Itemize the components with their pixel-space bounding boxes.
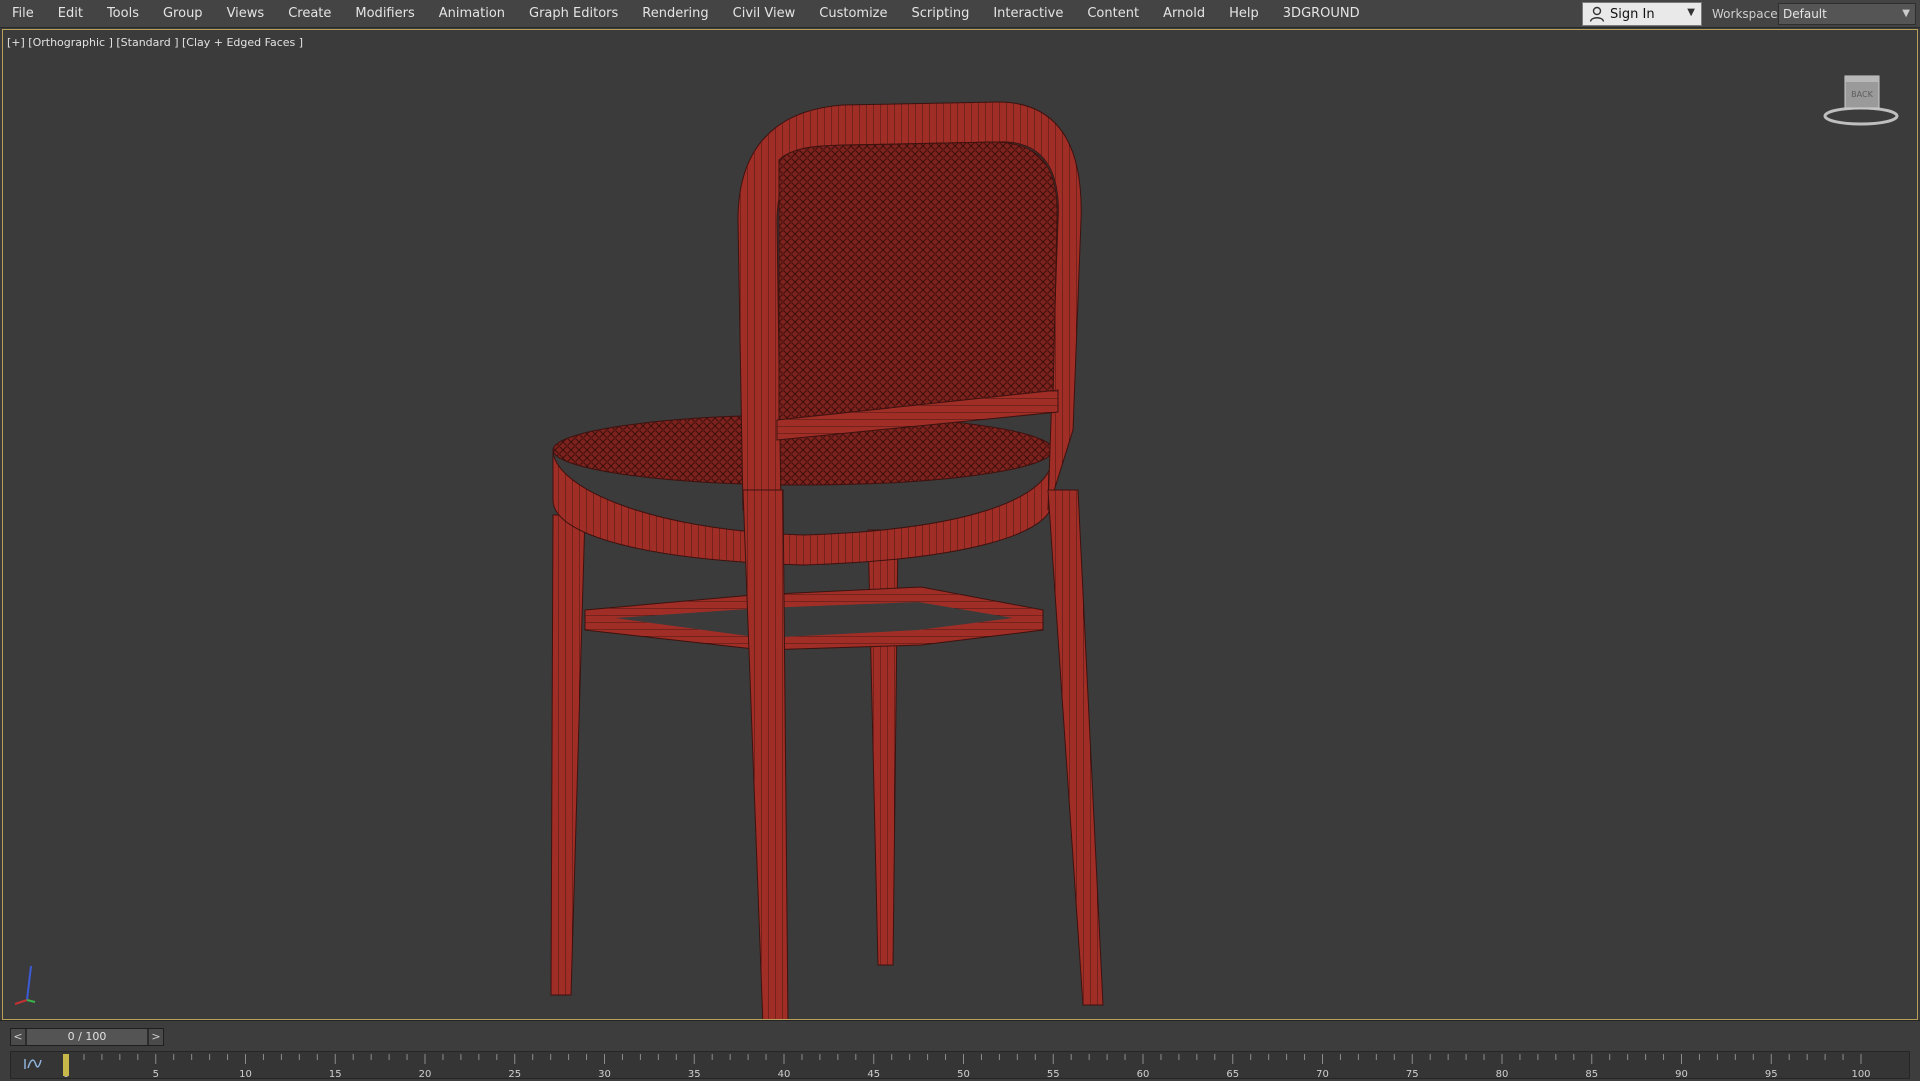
tick-label: 85 — [1585, 1069, 1598, 1080]
tick-label: 70 — [1316, 1069, 1329, 1080]
next-frame-button[interactable]: > — [149, 1029, 163, 1045]
menu-help[interactable]: Help — [1217, 0, 1271, 28]
tick-label: 65 — [1226, 1069, 1239, 1080]
tick-label: 15 — [329, 1069, 342, 1080]
rear-left-leg — [742, 489, 789, 1019]
menu-civil-view[interactable]: Civil View — [721, 0, 808, 28]
menu-arnold[interactable]: Arnold — [1151, 0, 1217, 28]
tick-label: 25 — [508, 1069, 521, 1080]
tick-label: 95 — [1765, 1069, 1778, 1080]
tick-label: 20 — [419, 1069, 432, 1080]
tick-label: 35 — [688, 1069, 701, 1080]
tick-label: 75 — [1406, 1069, 1419, 1080]
menu-animation[interactable]: Animation — [427, 0, 517, 28]
tick-label: 50 — [957, 1069, 970, 1080]
workspace-value: Default — [1783, 7, 1827, 21]
menu-views[interactable]: Views — [215, 0, 277, 28]
track-bar[interactable]: 0510152025303540455055606570758085909510… — [10, 1051, 1910, 1080]
tick-label: 80 — [1496, 1069, 1509, 1080]
menu-tools[interactable]: Tools — [95, 0, 151, 28]
tick-label: 45 — [867, 1069, 880, 1080]
viewport-label[interactable]: [+] [Orthographic ] [Standard ] [Clay + … — [7, 36, 303, 49]
workspaces-label: Workspaces: — [1712, 7, 1788, 21]
perspective-viewport[interactable]: [+] [Orthographic ] [Standard ] [Clay + … — [2, 29, 1918, 1020]
chair-model[interactable] — [523, 90, 1123, 1020]
time-slider[interactable]: < 0 / 100 > — [10, 1028, 164, 1046]
current-frame-marker[interactable] — [63, 1054, 69, 1076]
chevron-down-icon: ▼ — [1902, 8, 1910, 19]
front-left-leg — [550, 514, 586, 996]
time-bar: < 0 / 100 > 0510152025303540455055606570… — [0, 1020, 1920, 1081]
tick-label: 5 — [153, 1069, 159, 1080]
tick-label: 10 — [239, 1069, 252, 1080]
previous-frame-button[interactable]: < — [11, 1029, 25, 1045]
rear-right-leg — [1047, 489, 1104, 1006]
viewcube-face-label: BACK — [1851, 90, 1873, 99]
menu-modifiers[interactable]: Modifiers — [343, 0, 426, 28]
menu-graph-editors[interactable]: Graph Editors — [517, 0, 630, 28]
tick-label: 55 — [1047, 1069, 1060, 1080]
menu-customize[interactable]: Customize — [807, 0, 899, 28]
tick-label: 60 — [1137, 1069, 1150, 1080]
user-icon — [1589, 6, 1605, 22]
menu-create[interactable]: Create — [276, 0, 343, 28]
backrest-cane — [778, 141, 1058, 421]
tick-label: 30 — [598, 1069, 611, 1080]
sign-in-button[interactable]: Sign In ▼ — [1582, 2, 1702, 26]
menu-file[interactable]: File — [0, 0, 46, 28]
workspace-select[interactable]: Default ▼ — [1778, 3, 1916, 25]
tick-label: 40 — [778, 1069, 791, 1080]
tick-label: 90 — [1675, 1069, 1688, 1080]
menu-interactive[interactable]: Interactive — [981, 0, 1075, 28]
sign-in-label: Sign In — [1610, 6, 1655, 22]
viewcube-icon[interactable]: BACK — [1823, 66, 1903, 136]
menu-edit[interactable]: Edit — [46, 0, 95, 28]
axis-tripod-icon — [14, 965, 36, 1005]
menu-rendering[interactable]: Rendering — [630, 0, 720, 28]
menu-group[interactable]: Group — [151, 0, 215, 28]
menu-scripting[interactable]: Scripting — [900, 0, 982, 28]
tick-label: 100 — [1851, 1069, 1870, 1080]
menu-3dground[interactable]: 3DGROUND — [1271, 0, 1372, 28]
time-slider-thumb[interactable]: 0 / 100 — [27, 1029, 147, 1045]
chevron-down-icon: ▼ — [1687, 7, 1695, 18]
track-ticks: 0510152025303540455055606570758085909510… — [63, 1054, 1871, 1080]
menu-content[interactable]: Content — [1075, 0, 1151, 28]
menu-bar: File Edit Tools Group Views Create Modifiers An… — [0, 0, 1920, 28]
main-menu: File Edit Tools Group Views Create Modifiers An… — [0, 0, 1372, 28]
